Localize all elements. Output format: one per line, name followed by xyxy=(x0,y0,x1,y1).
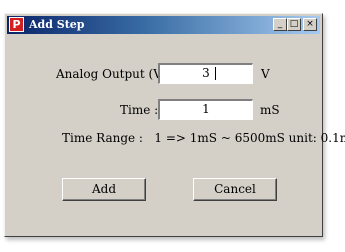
cancel-button[interactable]: Cancel xyxy=(193,178,277,201)
time-label: Time : xyxy=(120,103,159,117)
analog-output-input[interactable]: 3 xyxy=(158,63,253,84)
app-icon: P xyxy=(9,17,24,32)
analog-output-label: Analog Output (V) : xyxy=(56,67,175,81)
add-step-dialog: P Add Step _ □ × Analog Output (V) : 3 V… xyxy=(4,13,345,237)
time-input[interactable]: 1 xyxy=(158,99,253,120)
time-unit: mS xyxy=(260,103,280,117)
text-caret xyxy=(215,67,216,80)
title-bar[interactable]: P Add Step _ □ × xyxy=(7,16,320,34)
time-value: 1 xyxy=(202,102,210,116)
time-range-info: Time Range : 1 => 1mS ~ 6500mS unit: 0.1… xyxy=(62,131,345,145)
minimize-icon[interactable]: _ xyxy=(273,18,287,31)
analog-output-unit: V xyxy=(261,67,270,81)
maximize-icon[interactable]: □ xyxy=(287,18,301,31)
close-icon[interactable]: × xyxy=(303,18,317,31)
window-title: Add Step xyxy=(29,18,85,31)
add-button[interactable]: Add xyxy=(62,178,146,201)
analog-output-value: 3 xyxy=(202,66,210,80)
